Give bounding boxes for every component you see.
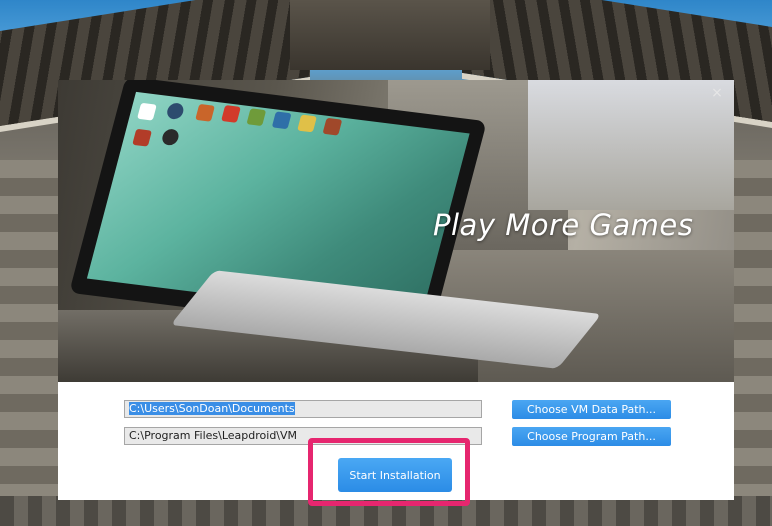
temple-wall-right bbox=[730, 160, 772, 526]
temple-roof-center bbox=[290, 0, 490, 70]
app-icon bbox=[322, 117, 343, 136]
app-icon bbox=[271, 111, 292, 130]
vm-data-path-field[interactable]: C:\Users\SonDoan\Documents bbox=[124, 400, 482, 418]
app-icon bbox=[165, 102, 186, 121]
banner-title: Play More Games bbox=[433, 208, 694, 242]
app-icon bbox=[221, 105, 241, 123]
close-icon[interactable]: × bbox=[710, 86, 724, 100]
start-installation-button[interactable]: Start Installation bbox=[338, 458, 452, 492]
app-icon bbox=[297, 114, 317, 133]
installer-window: Play More Games × C:\Users\SonDoan\Docum… bbox=[58, 80, 734, 506]
choose-vm-data-path-button[interactable]: Choose VM Data Path... bbox=[512, 400, 671, 419]
app-icon bbox=[137, 102, 157, 121]
choose-program-path-button[interactable]: Choose Program Path... bbox=[512, 427, 671, 446]
program-path-value: C:\Program Files\Leapdroid\VM bbox=[129, 429, 298, 442]
temple-wall-left bbox=[0, 160, 60, 526]
installer-banner: Play More Games × bbox=[58, 80, 734, 382]
vm-data-path-value: C:\Users\SonDoan\Documents bbox=[129, 402, 295, 415]
app-icon bbox=[132, 128, 152, 147]
app-icon bbox=[160, 128, 181, 147]
app-icon bbox=[246, 108, 267, 127]
app-icon bbox=[195, 103, 215, 122]
